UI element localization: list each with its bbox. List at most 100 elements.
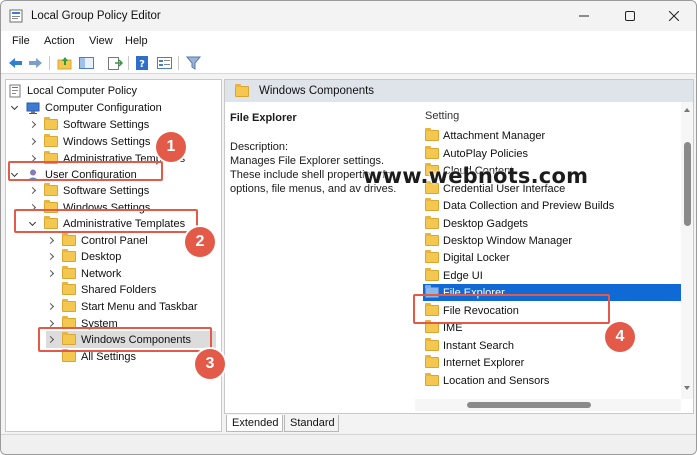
tree-item-label: Control Panel [81, 234, 148, 247]
chevron-right-icon[interactable] [46, 252, 56, 262]
folder-icon [62, 349, 76, 362]
list-item[interactable]: Attachment Manager [423, 127, 681, 144]
menu-file[interactable]: File [12, 35, 30, 47]
description-pane: File Explorer Description: Manages File … [225, 102, 415, 413]
toolbar-separator [178, 56, 179, 70]
list-item-label: Internet Explorer [443, 356, 525, 369]
folder-icon [235, 83, 249, 97]
filter-icon[interactable] [185, 55, 202, 71]
content-header-title: Windows Components [259, 85, 375, 97]
tree-pane[interactable]: Local Computer Policy Computer Configura… [5, 79, 222, 432]
list-item-label: Attachment Manager [443, 129, 546, 142]
callout-number-4: 4 [605, 322, 635, 352]
folder-icon [425, 146, 439, 159]
toolbar-separator [128, 56, 129, 70]
description-title: File Explorer [230, 112, 297, 124]
computer-icon [26, 102, 40, 114]
chevron-right-icon[interactable] [28, 186, 38, 196]
list-item-label: Instant Search [443, 339, 514, 352]
tree-item-label: Software Settings [63, 184, 150, 197]
tree-item-local-computer-policy[interactable]: Local Computer Policy [8, 82, 137, 99]
list-item-label: Edge UI [443, 269, 483, 282]
list-item-label: Desktop Gadgets [443, 217, 528, 230]
chevron-right-icon[interactable] [46, 236, 56, 246]
folder-icon [62, 249, 76, 262]
vertical-scrollbar[interactable] [681, 102, 693, 399]
tree-item-windows-settings[interactable]: Windows Settings [28, 133, 150, 150]
vertical-scroll-thumb[interactable] [684, 142, 691, 226]
tree-item-label: Start Menu and Taskbar [81, 300, 198, 313]
column-header-setting[interactable]: Setting [425, 110, 459, 122]
list-item-label: Data Collection and Preview Builds [443, 199, 615, 212]
list-item[interactable]: Desktop Gadgets [423, 215, 681, 232]
list-item[interactable]: Location and Sensors [423, 372, 681, 389]
properties-icon[interactable] [156, 55, 173, 71]
tab-extended[interactable]: Extended [226, 415, 283, 432]
chevron-right-icon[interactable] [46, 269, 56, 279]
forward-arrow-icon[interactable] [27, 55, 44, 71]
list-item[interactable]: Desktop Window Manager [423, 232, 681, 249]
chevron-right-icon[interactable] [46, 302, 56, 312]
help-icon[interactable]: ? [134, 55, 151, 71]
maximize-button[interactable] [607, 1, 653, 31]
tree-item-software-settings[interactable]: Software Settings [28, 116, 149, 133]
chevron-down-icon[interactable] [10, 103, 20, 113]
folder-icon [425, 128, 439, 141]
folder-icon [425, 216, 439, 229]
folder-icon [425, 250, 439, 263]
list-item[interactable]: Edge UI [423, 267, 681, 284]
description-label: Description: [230, 141, 289, 153]
list-item[interactable]: Data Collection and Preview Builds [423, 197, 681, 214]
horizontal-scroll-thumb[interactable] [467, 402, 591, 408]
tree-item-shared-folders[interactable]: Shared Folders [46, 281, 156, 298]
content-pane: Windows Components File Explorer Descrip… [224, 79, 694, 414]
list-item[interactable]: AutoPlay Policies [423, 145, 681, 162]
tree-item-user-software-settings[interactable]: Software Settings [28, 182, 149, 199]
tree-item-desktop[interactable]: Desktop [46, 248, 121, 265]
folder-icon [44, 117, 58, 130]
menu-help[interactable]: Help [125, 35, 148, 47]
scroll-up-arrow-icon[interactable] [684, 108, 690, 112]
list-item[interactable]: Instant Search [423, 337, 681, 354]
folder-icon [62, 299, 76, 312]
policy-editor-app-icon [9, 9, 23, 23]
tree-item-label: Software Settings [63, 118, 150, 131]
menu-view[interactable]: View [89, 35, 113, 47]
callout-box-user-configuration [8, 161, 163, 181]
settings-list[interactable]: Setting Attachment Manager AutoPlay Poli… [415, 102, 681, 399]
tree-item-network[interactable]: Network [46, 265, 121, 282]
tree-item-start-menu-and-taskbar[interactable]: Start Menu and Taskbar [46, 298, 198, 315]
folder-icon [425, 338, 439, 351]
list-item-label: Desktop Window Manager [443, 234, 573, 247]
chevron-right-icon[interactable] [28, 120, 38, 130]
horizontal-scrollbar[interactable] [415, 399, 681, 411]
minimize-button[interactable] [561, 1, 607, 31]
tree-item-control-panel[interactable]: Control Panel [46, 232, 148, 249]
folder-icon [425, 268, 439, 281]
folder-icon [425, 233, 439, 246]
back-arrow-icon[interactable] [7, 55, 24, 71]
scroll-down-arrow-icon[interactable] [684, 386, 690, 390]
show-hide-tree-icon[interactable] [78, 55, 95, 71]
group-policy-editor-window: Local Group Policy Editor File Action Vi… [0, 0, 697, 455]
tree-item-label: Windows Settings [63, 135, 151, 148]
menu-action[interactable]: Action [44, 35, 75, 47]
export-list-icon[interactable] [106, 55, 123, 71]
status-bar [1, 434, 696, 454]
callout-box-windows-components [38, 327, 212, 352]
menu-bar: File Action View Help [1, 31, 696, 52]
chevron-right-icon[interactable] [28, 137, 38, 147]
minimize-icon [579, 15, 589, 17]
tree-item-computer-configuration[interactable]: Computer Configuration [10, 99, 162, 116]
folder-up-icon[interactable] [56, 55, 73, 71]
window-title: Local Group Policy Editor [31, 10, 161, 22]
list-item[interactable]: Internet Explorer [423, 354, 681, 371]
tab-standard[interactable]: Standard [284, 415, 339, 432]
callout-box-file-explorer [413, 294, 610, 324]
close-button[interactable] [651, 1, 696, 31]
tree-item-label: Computer Configuration [45, 101, 162, 114]
list-item[interactable]: Digital Locker [423, 249, 681, 266]
tree-item-label: Shared Folders [81, 283, 157, 296]
toolbar: ? [1, 52, 696, 74]
folder-icon [62, 233, 76, 246]
